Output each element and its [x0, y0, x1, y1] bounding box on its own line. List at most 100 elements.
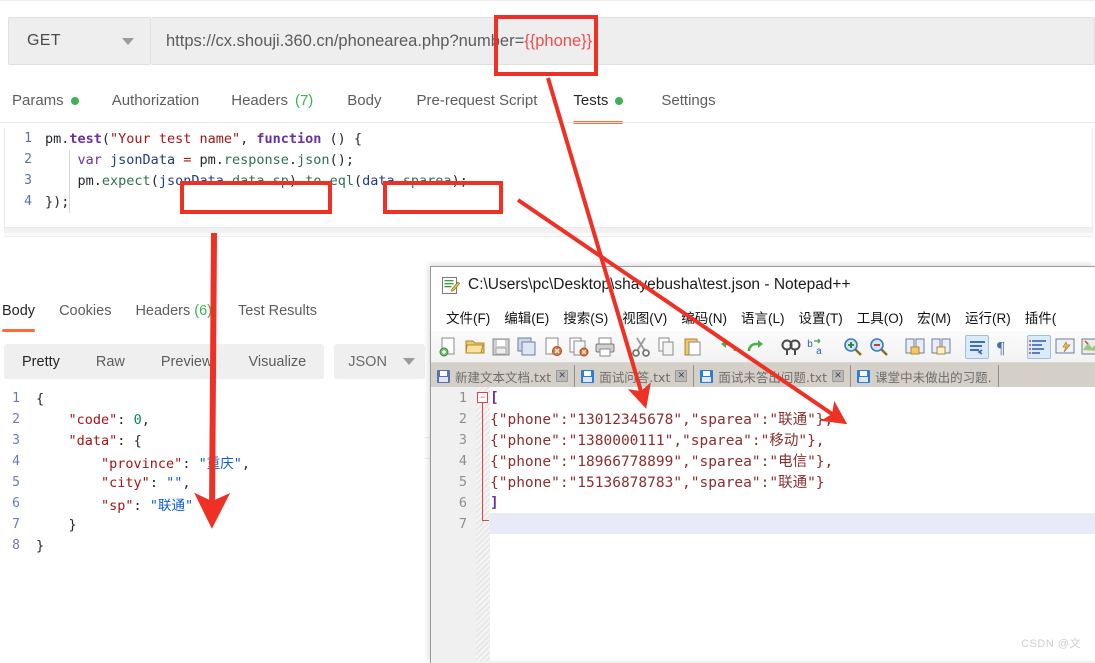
npp-line: 2 {"phone":"13012345678","sparea":"联通"}, [431, 408, 1095, 429]
format-tab-preview[interactable]: Preview [143, 354, 231, 370]
word-wrap-icon[interactable] [965, 334, 989, 359]
save-all-icon[interactable] [515, 335, 539, 359]
redo-icon[interactable] [743, 335, 767, 359]
doc-tab-0[interactable]: 新建文本文档.txt ✕ [431, 365, 576, 387]
params-status-dot-icon [70, 96, 79, 105]
json-line-number: 8 [12, 538, 20, 553]
menu-view[interactable]: 视图(V) [615, 307, 674, 327]
notepadpp-toolbar: ba ¶ [431, 331, 1095, 363]
json-value: "重庆" [198, 455, 242, 472]
tab-params[interactable]: Params [12, 82, 79, 119]
cut-icon[interactable] [629, 335, 653, 359]
indent-guide-icon[interactable] [1027, 334, 1051, 359]
response-tab-headers-count: (6) [194, 303, 212, 319]
json-line: 5 "city": "", [4, 472, 424, 493]
doc-tab-3-label: 课堂中未做出的习题. [875, 369, 992, 385]
menu-file[interactable]: 文件(F) [439, 307, 497, 327]
csdn-watermark: CSDN @文 [1021, 638, 1081, 650]
tab-pre-request-script-label: Pre-request Script [416, 92, 538, 109]
json-key: "province" [101, 455, 183, 472]
tab-body[interactable]: Body [347, 82, 381, 119]
close-file-icon[interactable] [541, 335, 565, 359]
code-line-number: 2 [24, 152, 32, 167]
close-icon[interactable]: ✕ [556, 370, 569, 382]
tab-pre-request-script[interactable]: Pre-request Script [417, 82, 538, 119]
format-tab-raw[interactable]: Raw [78, 354, 143, 370]
response-tab-body[interactable]: Body [2, 296, 36, 332]
menu-macro[interactable]: 宏(M) [910, 307, 958, 327]
close-icon[interactable]: ✕ [675, 370, 688, 382]
document-map-icon[interactable] [1079, 335, 1095, 359]
npp-line-number: 1 [458, 389, 467, 406]
response-body-json[interactable]: 1 { 2 "code": 0, 3 "data": { 4 "province… [4, 388, 424, 574]
copy-icon[interactable] [655, 335, 679, 359]
replace-icon[interactable]: ba [805, 335, 829, 359]
user-defined-language-icon[interactable] [1053, 335, 1077, 359]
json-line-number: 4 [12, 454, 20, 469]
url-input[interactable]: https://cx.shouji.360.cn/phonearea.php?n… [151, 17, 1095, 65]
code-line-number: 4 [24, 194, 32, 209]
menu-language[interactable]: 语言(L) [734, 307, 792, 327]
menu-run[interactable]: 运行(R) [958, 307, 1018, 327]
menu-plugins[interactable]: 插件( [1018, 307, 1064, 327]
tab-headers[interactable]: Headers (7) [231, 82, 313, 119]
doc-tab-2[interactable]: 面试未答出问题.txt ✕ [694, 365, 852, 387]
undo-icon[interactable] [717, 335, 741, 359]
json-line-number: 1 [12, 391, 20, 406]
notepadpp-window: C:\Users\pc\Desktop\shayebusha\test.json… [430, 266, 1095, 663]
json-line-text: "data": { [68, 432, 142, 449]
code-line-text: pm.test("Your test name", function () { [45, 130, 363, 147]
menu-settings[interactable]: 设置(T) [792, 307, 850, 327]
saved-file-icon [437, 369, 450, 383]
json-line-text: "sp": "联通" [101, 497, 194, 514]
doc-tab-1[interactable]: 面试问答.txt ✕ [575, 365, 695, 387]
json-line-number: 3 [12, 433, 20, 448]
json-line: 4 "province": "重庆", [4, 451, 424, 472]
code-line-text: }); [45, 193, 70, 210]
new-file-icon[interactable] [437, 335, 461, 359]
find-icon[interactable] [779, 335, 803, 359]
json-key: "city" [101, 474, 150, 491]
notepadpp-menubar: 文件(F) 编辑(E) 搜索(S) 视图(V) 编码(N) 语言(L) 设置(T… [431, 303, 1095, 331]
json-line: 7 } [4, 514, 424, 535]
format-tab-pretty[interactable]: Pretty [4, 354, 78, 370]
saved-file-icon [700, 369, 714, 383]
response-tabs: Body Cookies Headers (6) Test Results [0, 296, 430, 332]
tab-tests[interactable]: Tests [573, 82, 624, 124]
menu-search[interactable]: 搜索(S) [556, 307, 615, 327]
response-format-select[interactable]: JSON [334, 344, 425, 379]
doc-tab-3[interactable]: 课堂中未做出的习题. [851, 365, 999, 387]
show-all-chars-icon[interactable]: ¶ [991, 335, 1015, 359]
menu-edit[interactable]: 编辑(E) [497, 307, 556, 327]
response-format-bar: Pretty Raw Preview Visualize JSON [4, 344, 425, 379]
tab-authorization[interactable]: Authorization [112, 82, 200, 119]
json-key: "sp" [101, 497, 134, 514]
close-icon[interactable]: ✕ [832, 370, 845, 382]
json-line-text: "province": "重庆", [101, 455, 250, 472]
sync-scroll-vertical-icon[interactable] [903, 335, 927, 359]
notepadpp-editor[interactable]: − 1 [ 2 {"phone":"13012345678","sparea":… [431, 387, 1095, 661]
format-tab-visualize[interactable]: Visualize [230, 354, 324, 370]
zoom-out-icon[interactable] [867, 335, 891, 359]
response-tab-test-results[interactable]: Test Results [238, 296, 317, 326]
paste-icon[interactable] [681, 335, 705, 359]
svg-text:a: a [816, 347, 822, 358]
sync-scroll-horizontal-icon[interactable] [929, 335, 953, 359]
print-icon[interactable] [593, 335, 617, 359]
zoom-in-icon[interactable] [841, 335, 865, 359]
menu-encoding[interactable]: 编码(N) [674, 307, 734, 327]
response-tab-cookies-label: Cookies [59, 303, 112, 319]
http-method-dropdown[interactable]: GET [8, 17, 151, 65]
tests-status-dot-icon [615, 96, 624, 105]
open-file-icon[interactable] [463, 335, 487, 359]
response-tab-cookies[interactable]: Cookies [59, 296, 111, 326]
response-tab-headers[interactable]: Headers (6) [135, 296, 212, 326]
save-icon[interactable] [489, 335, 513, 359]
close-all-files-icon[interactable] [567, 335, 591, 359]
tests-code-editor[interactable]: 1 pm.test("Your test name", function () … [4, 128, 1093, 228]
tab-settings[interactable]: Settings [661, 82, 715, 119]
menu-tools[interactable]: 工具(O) [850, 307, 911, 327]
npp-line-text: {"phone":"13012345678","sparea":"联通"}, [490, 412, 834, 428]
top-divider [0, 0, 1095, 1]
json-line: 6 "sp": "联通" [4, 493, 424, 514]
